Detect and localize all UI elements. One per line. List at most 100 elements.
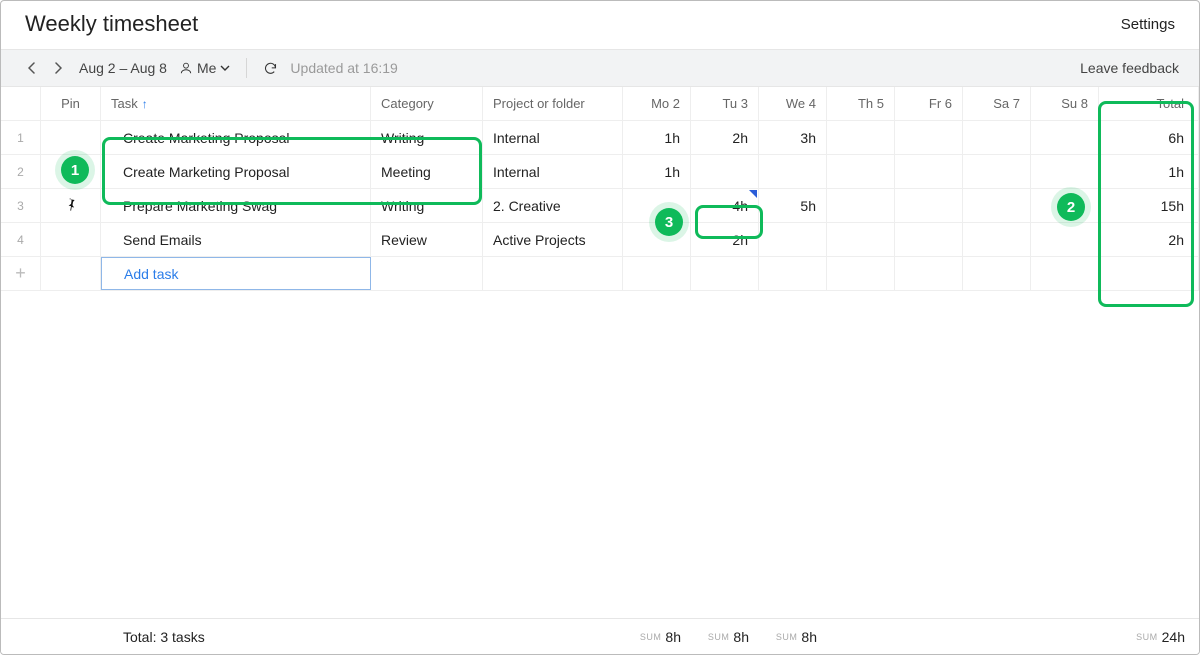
day-cell[interactable] <box>963 155 1031 188</box>
callout-badge-3: 3 <box>655 208 683 236</box>
refresh-icon <box>263 61 278 76</box>
row-number: 3 <box>1 189 41 222</box>
pin-cell[interactable] <box>41 223 101 256</box>
page-title: Weekly timesheet <box>25 11 198 37</box>
col-we[interactable]: We 4 <box>759 87 827 120</box>
user-label: Me <box>197 60 216 76</box>
total-cell: 15h <box>1099 189 1199 222</box>
sort-asc-icon: ↑ <box>142 97 148 111</box>
day-cell[interactable] <box>895 223 963 256</box>
pin-icon <box>64 197 78 214</box>
category-cell[interactable]: Writing <box>371 121 483 154</box>
callout-badge-1: 1 <box>61 156 89 184</box>
day-cell[interactable] <box>827 189 895 222</box>
col-sa[interactable]: Sa 7 <box>963 87 1031 120</box>
timesheet-grid: Pin Task ↑ Category Project or folder Mo… <box>1 87 1199 291</box>
col-category[interactable]: Category <box>371 87 483 120</box>
row-number: 4 <box>1 223 41 256</box>
footer-grand-total: SUM24h <box>1099 619 1199 654</box>
row-number: 1 <box>1 121 41 154</box>
day-cell[interactable] <box>895 189 963 222</box>
day-cell[interactable]: 2h <box>691 223 759 256</box>
footer-sum-we: SUM8h <box>759 619 827 654</box>
table-row: 3 Prepare Marketing Swag Writing 2. Crea… <box>1 189 1199 223</box>
footer-sum-row: Total: 3 tasks SUM8h SUM8h SUM8h SUM24h <box>1 618 1199 654</box>
day-cell[interactable]: 1h <box>623 155 691 188</box>
settings-link[interactable]: Settings <box>1121 16 1175 33</box>
footer-sum-su <box>1031 619 1099 654</box>
day-cell[interactable]: 5h <box>759 189 827 222</box>
day-cell[interactable] <box>1031 155 1099 188</box>
col-th[interactable]: Th 5 <box>827 87 895 120</box>
day-cell[interactable] <box>827 223 895 256</box>
day-cell[interactable]: 2h <box>691 121 759 154</box>
table-row: 2 Create Marketing Proposal Meeting Inte… <box>1 155 1199 189</box>
category-cell[interactable]: Writing <box>371 189 483 222</box>
task-cell[interactable]: Create Marketing Proposal <box>101 155 371 188</box>
table-row: 1 Create Marketing Proposal Writing Inte… <box>1 121 1199 155</box>
day-cell[interactable] <box>963 189 1031 222</box>
col-fr[interactable]: Fr 6 <box>895 87 963 120</box>
col-task[interactable]: Task ↑ <box>101 87 371 120</box>
day-cell[interactable] <box>1031 121 1099 154</box>
day-cell-marked[interactable]: 4h <box>691 189 759 222</box>
col-su[interactable]: Su 8 <box>1031 87 1099 120</box>
project-cell[interactable]: Internal <box>483 155 623 188</box>
day-cell[interactable] <box>691 155 759 188</box>
day-cell[interactable]: 3h <box>759 121 827 154</box>
col-task-label: Task <box>111 96 138 111</box>
leave-feedback-link[interactable]: Leave feedback <box>1080 60 1179 76</box>
prev-week-button[interactable] <box>21 57 43 79</box>
task-cell[interactable]: Prepare Marketing Swag <box>101 189 371 222</box>
category-cell[interactable]: Review <box>371 223 483 256</box>
project-cell[interactable]: Active Projects <box>483 223 623 256</box>
pin-cell[interactable] <box>41 121 101 154</box>
col-rownum <box>1 87 41 120</box>
day-cell[interactable] <box>963 223 1031 256</box>
col-project[interactable]: Project or folder <box>483 87 623 120</box>
day-cell[interactable] <box>827 121 895 154</box>
updated-label: Updated at 16:19 <box>290 60 397 76</box>
pin-cell <box>41 257 101 290</box>
pin-cell[interactable] <box>41 189 101 222</box>
day-cell[interactable] <box>963 121 1031 154</box>
footer-sum-tu: SUM8h <box>691 619 759 654</box>
project-cell[interactable]: 2. Creative <box>483 189 623 222</box>
footer-total-label: Total: 3 tasks <box>101 619 371 654</box>
footer-sum-fr <box>895 619 963 654</box>
day-cell[interactable] <box>1031 223 1099 256</box>
day-cell[interactable] <box>759 155 827 188</box>
task-cell[interactable]: Create Marketing Proposal <box>101 121 371 154</box>
refresh-button[interactable] <box>263 61 278 76</box>
next-week-button[interactable] <box>47 57 69 79</box>
day-cell[interactable] <box>895 155 963 188</box>
day-cell[interactable] <box>759 223 827 256</box>
col-pin[interactable]: Pin <box>41 87 101 120</box>
col-tu[interactable]: Tu 3 <box>691 87 759 120</box>
table-row: 4 Send Emails Review Active Projects 2h … <box>1 223 1199 257</box>
total-cell: 1h <box>1099 155 1199 188</box>
col-total[interactable]: Total <box>1099 87 1199 120</box>
project-cell[interactable]: Internal <box>483 121 623 154</box>
footer-sum-sa <box>963 619 1031 654</box>
day-cell[interactable]: 1h <box>623 121 691 154</box>
total-cell: 2h <box>1099 223 1199 256</box>
add-row-plus[interactable]: + <box>1 257 41 290</box>
add-task-row: + Add task <box>1 257 1199 291</box>
footer-sum-th <box>827 619 895 654</box>
task-cell[interactable]: Send Emails <box>101 223 371 256</box>
category-cell[interactable]: Meeting <box>371 155 483 188</box>
day-cell[interactable] <box>895 121 963 154</box>
row-number: 2 <box>1 155 41 188</box>
toolbar: Aug 2 – Aug 8 Me Updated at 16:19 Leave … <box>1 49 1199 87</box>
chevron-down-icon <box>220 63 230 73</box>
user-icon <box>179 61 193 75</box>
footer-sum-mo: SUM8h <box>623 619 691 654</box>
toolbar-divider <box>246 58 247 78</box>
callout-badge-2: 2 <box>1057 193 1085 221</box>
day-cell[interactable] <box>827 155 895 188</box>
add-task-input[interactable]: Add task <box>101 257 371 290</box>
user-selector[interactable]: Me <box>179 60 230 76</box>
date-range[interactable]: Aug 2 – Aug 8 <box>79 60 167 76</box>
col-mo[interactable]: Mo 2 <box>623 87 691 120</box>
